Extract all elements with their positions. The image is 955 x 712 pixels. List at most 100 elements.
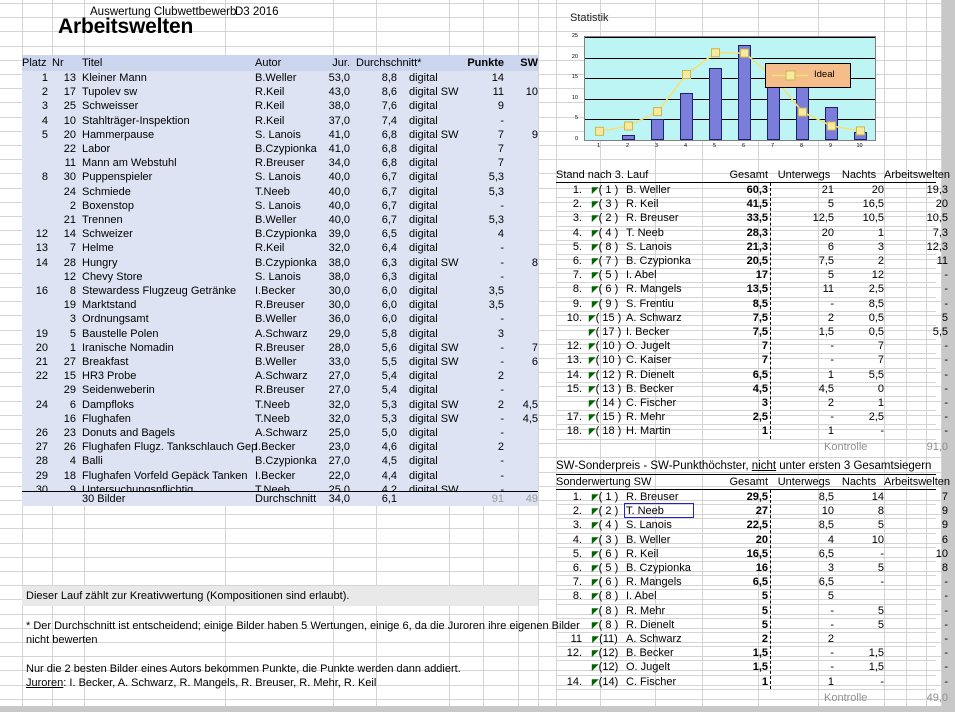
cell-name[interactable]: R. Keil [626, 548, 716, 560]
table-row[interactable]: 12 Chevy Store S. Lanois 38,0 6,3 digital - [22, 270, 538, 284]
cell-platz[interactable]: 24 [22, 399, 48, 411]
cell-dur[interactable]: 6,8 [367, 157, 397, 169]
cell-jur[interactable]: 32,0 [318, 399, 350, 411]
cell-punkte[interactable]: - [462, 271, 504, 283]
cell-punkte[interactable]: 3,5 [462, 285, 504, 297]
cell-ges[interactable]: 17 [716, 269, 768, 281]
cell-nac[interactable]: 0,5 [838, 326, 884, 338]
cell-rank[interactable]: 4. [556, 534, 582, 546]
cell-punkte[interactable]: 2 [462, 370, 504, 382]
table-row[interactable]: 24 Schmiede T.Neeb 40,0 6,7 digital 5,3 [22, 185, 538, 199]
cell-arb[interactable]: - [886, 647, 948, 659]
cell-nac[interactable]: 5,5 [838, 369, 884, 381]
cell-name[interactable]: C. Fischer [626, 397, 716, 409]
cell-nr[interactable]: 29 [52, 384, 76, 396]
cell-unt[interactable]: 21 [778, 184, 834, 196]
cell-platz[interactable]: 28 [22, 455, 48, 467]
table-row[interactable]: 21 27 Breakfast B.Weller 33,0 5,5 digital SW -6 [22, 355, 538, 369]
cell-previous-rank[interactable]: ◤( 8 ) [588, 590, 622, 602]
cell-ges[interactable]: 41,5 [716, 198, 768, 210]
cell-nr[interactable]: 25 [52, 100, 76, 112]
cell-arb[interactable]: 10 [886, 548, 948, 560]
cell-rank[interactable]: 12. [556, 340, 582, 352]
cell-jur[interactable]: 27,0 [318, 384, 350, 396]
cell-unt[interactable]: 1 [778, 369, 834, 381]
cell-ges[interactable]: 2 [716, 633, 768, 645]
cell-name[interactable]: T. Neeb [626, 227, 716, 239]
table-row[interactable]: ◤( 8 ) 5. S. Lanois 21,3 6 3 12,3 [556, 240, 948, 255]
cell-dur[interactable]: 6,5 [367, 228, 397, 240]
cell-unt[interactable]: 20 [778, 227, 834, 239]
cell-platz[interactable]: 1 [22, 72, 48, 84]
cell-titel[interactable]: Baustelle Polen [82, 328, 252, 340]
cell-previous-rank[interactable]: ◤( 8 ) [588, 605, 622, 617]
cell-nac[interactable]: 12 [838, 269, 884, 281]
cell-punkte[interactable]: - [462, 242, 504, 254]
cell-arb[interactable]: - [886, 425, 948, 437]
cell-previous-rank[interactable]: ◤( 17 ) [588, 326, 622, 338]
cell-jur[interactable]: 39,0 [318, 228, 350, 240]
cell-nac[interactable]: 3 [838, 241, 884, 253]
cell-previous-rank[interactable]: ◤( 3 ) [588, 534, 622, 546]
cell-ges[interactable]: 20,5 [716, 255, 768, 267]
cell-nac[interactable]: 5 [838, 605, 884, 617]
table-row[interactable]: 21 Trennen B.Weller 40,0 6,7 digital 5,3 [22, 213, 538, 227]
cell-unt[interactable]: 11 [778, 283, 834, 295]
cell-name[interactable]: R. Keil [626, 198, 716, 210]
cell-arb[interactable]: - [886, 619, 948, 631]
table-row[interactable]: 29 Seidenweberin R.Breuser 27,0 5,4 digital - [22, 383, 538, 397]
cell-arb[interactable]: 7 [886, 491, 948, 503]
cell-jur[interactable]: 43,0 [318, 86, 350, 98]
cell-name[interactable]: B. Weller [626, 534, 716, 546]
cell-dur[interactable]: 6,0 [367, 299, 397, 311]
cell-nr[interactable]: 7 [52, 242, 76, 254]
cell-nr[interactable]: 17 [52, 86, 76, 98]
cell-ges[interactable]: 2,5 [716, 411, 768, 423]
cell-unt[interactable]: 8,5 [778, 519, 834, 531]
cell-dur[interactable]: 6,4 [367, 242, 397, 254]
cell-punkte[interactable]: 14 [462, 72, 504, 84]
cell-punkte[interactable]: 7 [462, 157, 504, 169]
cell-rank[interactable]: 6. [556, 562, 582, 574]
cell-rank[interactable]: 17. [556, 411, 582, 423]
cell-dur[interactable]: 5,3 [367, 399, 397, 411]
cell-nr[interactable]: 10 [52, 115, 76, 127]
cell-ges[interactable]: 1,5 [716, 661, 768, 673]
table-row[interactable]: ◤( 5 ) 7. I. Abel 17 5 12- [556, 268, 948, 284]
cell-rank[interactable]: 7. [556, 269, 582, 281]
cell-dur[interactable]: 7,4 [367, 115, 397, 127]
cell-previous-rank[interactable]: ◤( 10 ) [588, 340, 622, 352]
table-row[interactable]: ◤( 2 ) 3. R. Breuser 33,5 12,5 10,5 10,5 [556, 211, 948, 227]
cell-punkte[interactable]: - [462, 470, 504, 482]
table-row[interactable]: ◤(12) 12. B. Becker 1,5-1,5- [556, 646, 948, 662]
cell-rank[interactable]: 8. [556, 283, 582, 295]
cell-nac[interactable]: - [838, 576, 884, 588]
cell-unt[interactable]: 2 [778, 312, 834, 324]
cell-nr[interactable]: 12 [52, 271, 76, 283]
cell-nac[interactable]: 14 [838, 491, 884, 503]
cell-previous-rank[interactable]: ◤( 6 ) [588, 576, 622, 588]
cell-rank[interactable]: 2. [556, 505, 582, 517]
cell-unt[interactable]: - [778, 411, 834, 423]
cell-name[interactable]: R. Breuser [626, 212, 716, 224]
cell-name[interactable]: T. Neeb [626, 505, 716, 517]
table-row[interactable]: ◤( 8 ) R. Dienelt 5-5- [556, 618, 948, 633]
cell-nr[interactable]: 28 [52, 257, 76, 269]
cell-jur[interactable]: 40,0 [318, 214, 350, 226]
cell-previous-rank[interactable]: ◤( 1 ) [588, 491, 622, 503]
cell-punkte[interactable]: - [462, 115, 504, 127]
cell-arb[interactable]: - [886, 354, 948, 366]
cell-jur[interactable]: 37,0 [318, 115, 350, 127]
cell-ges[interactable]: 16 [716, 562, 768, 574]
table-row[interactable]: 11 Mann am Webstuhl R.Breuser 34,0 6,8 digita… [22, 156, 538, 170]
cell-previous-rank[interactable]: ◤(12) [588, 647, 622, 659]
cell-unt[interactable]: - [778, 647, 834, 659]
cell-nr[interactable]: 14 [52, 228, 76, 240]
cell-punkte[interactable]: 11 [462, 86, 504, 98]
cell-punkte[interactable]: 2 [462, 441, 504, 453]
cell-dur[interactable]: 8,8 [367, 72, 397, 84]
cell-unt[interactable]: 1 [778, 676, 834, 688]
cell-dur[interactable]: 6,8 [367, 129, 397, 141]
cell-punkte[interactable]: - [462, 342, 504, 354]
table-row[interactable]: ◤( 15 ) 17. R. Mehr 2,5-2,5- [556, 410, 948, 426]
